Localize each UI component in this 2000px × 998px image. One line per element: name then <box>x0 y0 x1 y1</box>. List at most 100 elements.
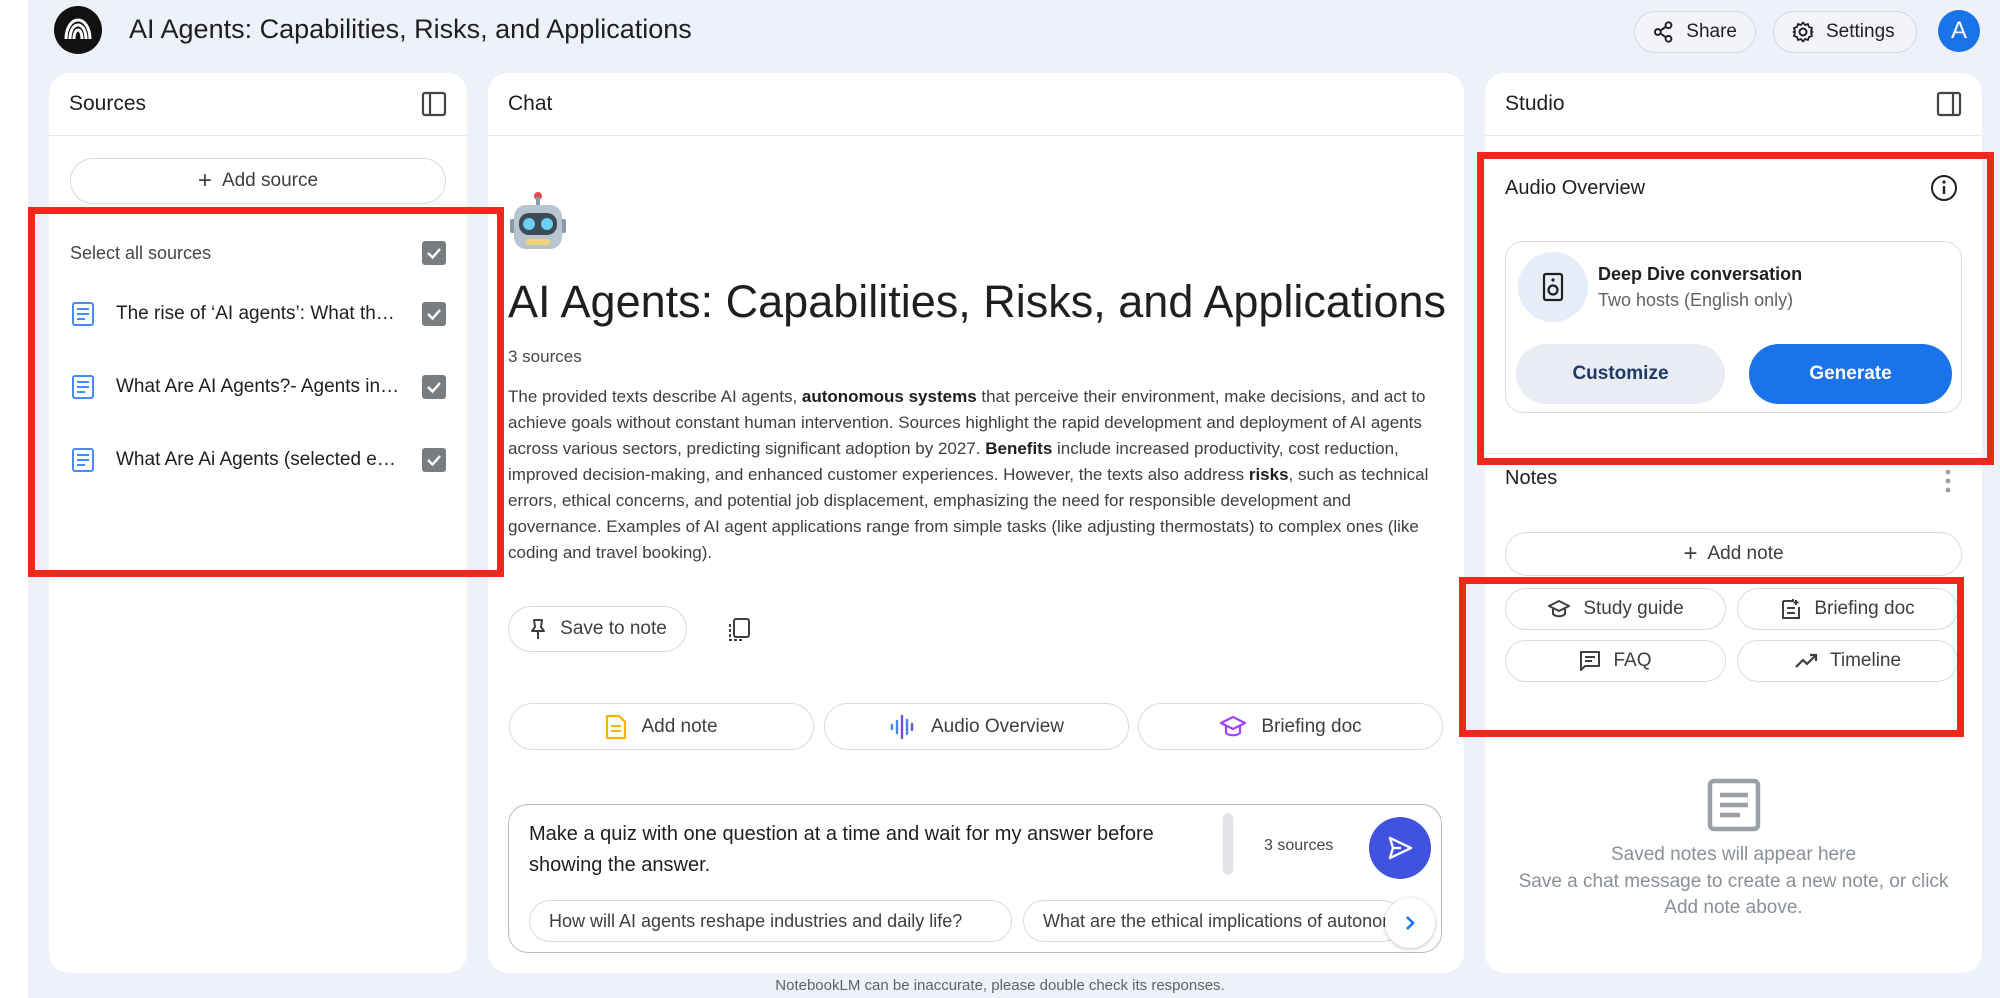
pin-icon <box>531 619 546 639</box>
collapse-panel-icon[interactable] <box>1936 91 1962 117</box>
add-source-button[interactable]: + Add source <box>70 158 446 204</box>
add-note-action-button[interactable]: Add note <box>509 703 814 750</box>
check-icon <box>427 382 441 394</box>
briefing-doc-action-label: Briefing doc <box>1261 715 1362 737</box>
generate-button[interactable]: Generate <box>1749 344 1952 404</box>
graduation-cap-icon <box>1220 715 1247 736</box>
share-button[interactable]: Share <box>1634 11 1756 53</box>
document-list-icon <box>1782 599 1801 619</box>
share-icon <box>1653 21 1673 43</box>
suggestion-chip[interactable]: How will AI agents reshape industries an… <box>529 900 1012 942</box>
settings-button[interactable]: Settings <box>1773 11 1917 53</box>
sources-panel: Sources + Add source Select all sources … <box>49 73 467 973</box>
studio-title: Studio <box>1505 92 1565 115</box>
document-icon <box>72 302 94 326</box>
next-suggestions-button[interactable] <box>1385 898 1435 948</box>
select-all-row[interactable]: Select all sources <box>70 241 446 265</box>
audio-name: Deep Dive conversation <box>1598 264 1803 284</box>
audio-overview-action-button[interactable]: Audio Overview <box>824 703 1129 750</box>
robot-emoji-icon <box>510 192 566 249</box>
notebook-summary: The provided texts describe AI agents, a… <box>508 384 1438 566</box>
copy-icon[interactable] <box>726 617 752 643</box>
source-item[interactable]: The rise of ‘AI agents’: What they are a… <box>70 301 446 327</box>
sources-header: Sources <box>49 73 467 136</box>
graduation-cap-icon <box>1548 600 1571 618</box>
select-all-label: Select all sources <box>70 242 212 263</box>
avatar[interactable]: A <box>1938 10 1980 52</box>
save-to-note-label: Save to note <box>560 618 667 639</box>
source-item[interactable]: What Are AI Agents?- Agents in Artificia… <box>70 374 446 400</box>
select-all-checkbox[interactable] <box>422 241 446 265</box>
briefing-doc-label: Briefing doc <box>1814 598 1915 619</box>
send-button[interactable] <box>1369 817 1431 879</box>
study-guide-button[interactable]: Study guide <box>1505 588 1726 630</box>
chat-title-label: Chat <box>508 92 553 115</box>
input-source-count: 3 sources <box>1264 837 1334 854</box>
chevron-right-icon <box>1406 916 1415 930</box>
notebooklm-logo[interactable] <box>54 6 102 54</box>
gear-icon <box>1792 21 1814 43</box>
studio-panel: Studio Audio Overview Deep Dive conversa… <box>1485 73 1982 973</box>
disclaimer: NotebookLM can be inaccurate, please dou… <box>775 977 1225 994</box>
timeline-button[interactable]: Timeline <box>1737 640 1958 682</box>
source-count: 3 sources <box>508 347 582 366</box>
source-item[interactable]: What Are Ai Agents (selected excerpts) <box>70 447 446 473</box>
source-checkbox[interactable] <box>422 302 446 326</box>
customize-button[interactable]: Customize <box>1516 344 1725 404</box>
add-source-label: Add source <box>221 170 319 191</box>
chat-input[interactable]: Make a quiz with one question at a time … <box>529 819 1219 881</box>
add-note-button[interactable]: + Add note <box>1505 532 1962 576</box>
section-divider <box>1485 453 1982 454</box>
check-icon <box>427 455 441 467</box>
send-icon <box>1388 836 1413 860</box>
study-guide-label: Study guide <box>1583 598 1684 619</box>
notebook-title[interactable]: AI Agents: Capabilities, Risks, and Appl… <box>129 14 692 45</box>
notes-empty-title: Saved notes will appear here <box>1610 844 1857 865</box>
sources-title: Sources <box>69 92 147 115</box>
chat-list-icon <box>1580 651 1601 671</box>
logo-icon <box>64 18 92 40</box>
check-icon <box>427 248 441 260</box>
check-icon <box>427 309 441 321</box>
add-note-action-label: Add note <box>641 715 718 737</box>
source-item-label: What Are AI Agents?- Agents in Artificia… <box>116 376 402 397</box>
collapse-panel-icon[interactable] <box>421 91 447 117</box>
notes-empty-description: Save a chat message to create a new note… <box>1518 871 1949 918</box>
notebook-heading: AI Agents: Capabilities, Risks, and Appl… <box>508 276 1447 327</box>
chat-input-box[interactable]: Make a quiz with one question at a time … <box>508 804 1442 953</box>
add-note-label: Add note <box>1707 543 1784 564</box>
suggestion-chip[interactable]: What are the ethical implications of aut… <box>1023 900 1403 942</box>
settings-label: Settings <box>1826 21 1895 42</box>
briefing-doc-action-button[interactable]: Briefing doc <box>1138 703 1443 750</box>
source-checkbox[interactable] <box>422 375 446 399</box>
plus-icon: + <box>197 167 212 194</box>
chat-panel: Chat AI Agents: Capabilities, Risks, and… <box>488 73 1464 973</box>
studio-header: Studio <box>1485 73 1982 136</box>
summary-emphasis: Benefits <box>985 439 1053 458</box>
summary-emphasis: risks <box>1248 465 1289 484</box>
input-scrollbar[interactable] <box>1223 813 1233 875</box>
trend-icon <box>1795 653 1818 668</box>
audio-overview-title: Audio Overview <box>1505 177 1646 199</box>
notes-empty-icon <box>1707 778 1761 832</box>
briefing-doc-button[interactable]: Briefing doc <box>1737 588 1958 630</box>
faq-button[interactable]: FAQ <box>1505 640 1726 682</box>
summary-text: The provided texts describe AI agents, <box>508 387 802 406</box>
speaker-icon <box>1542 272 1564 302</box>
audio-overview-card: Deep Dive conversation Two hosts (Englis… <box>1505 241 1962 413</box>
source-item-label: What Are Ai Agents (selected excerpts) <box>116 449 402 470</box>
note-icon <box>606 714 627 739</box>
info-icon[interactable] <box>1930 174 1958 202</box>
audio-overview-action-label: Audio Overview <box>930 715 1065 737</box>
more-vert-icon[interactable] <box>1945 468 1951 494</box>
summary-emphasis: autonomous systems <box>801 387 977 406</box>
audio-wave-icon <box>890 714 914 739</box>
plus-icon: + <box>1683 540 1698 567</box>
source-checkbox[interactable] <box>422 448 446 472</box>
audio-description: Two hosts (English only) <box>1598 290 1794 310</box>
document-icon <box>72 375 94 399</box>
speaker-icon-container <box>1518 252 1588 322</box>
save-to-note-button[interactable]: Save to note <box>508 606 687 652</box>
chat-header: Chat <box>488 73 1464 136</box>
faq-label: FAQ <box>1613 650 1652 671</box>
